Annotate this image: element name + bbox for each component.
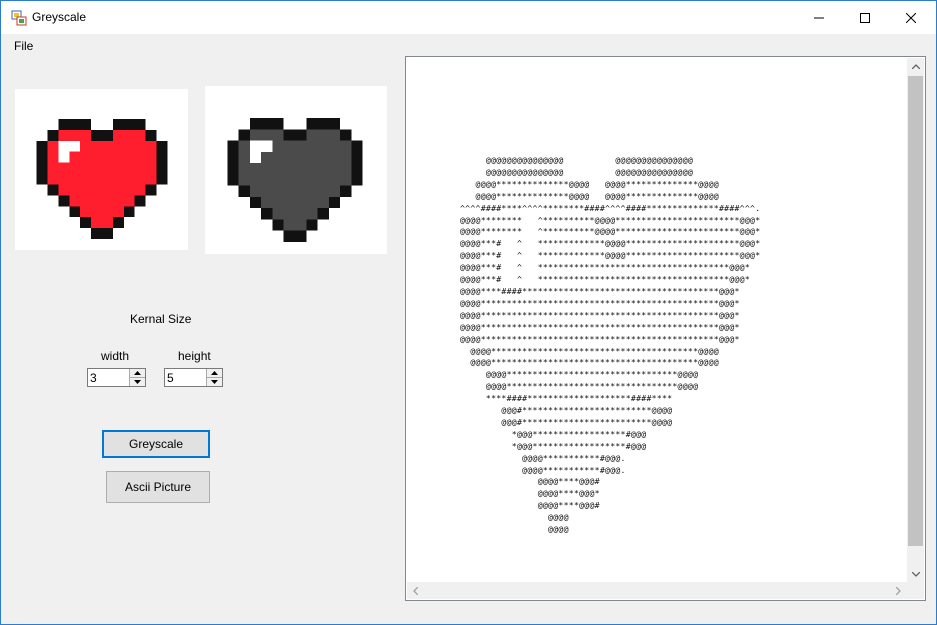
height-decrement-button[interactable] [207,378,222,386]
chevron-up-icon [134,371,141,375]
chevron-down-icon [134,380,141,384]
height-value[interactable]: 5 [167,371,174,385]
grey-pixel-heart [227,118,363,242]
ascii-picture-button[interactable]: Ascii Picture [106,471,210,503]
maximize-icon [860,12,870,23]
vertical-scroll-thumb[interactable] [908,76,923,546]
app-icon [11,10,27,26]
chevron-down-icon [211,380,218,384]
title-bar[interactable]: Greyscale [1,1,936,34]
scroll-down-button[interactable] [907,566,924,583]
original-image [15,89,188,250]
scroll-right-button[interactable] [890,582,907,599]
width-stepper-buttons [129,369,145,386]
window-title: Greyscale [32,10,87,24]
app-window: Greyscale File Kernal Size width height … [0,0,937,625]
maximize-button[interactable] [842,1,888,34]
chevron-down-icon [911,572,920,577]
red-pixel-heart [36,119,168,239]
scroll-up-button[interactable] [907,58,924,75]
ascii-output-panel[interactable]: @@@@@@@@@@@@@@@ @@@@@@@@@@@@@@@ @@@@@@@@… [405,56,926,601]
width-label: width [101,349,130,363]
kernel-size-label: Kernal Size [130,312,192,326]
close-icon [906,12,916,23]
menu-file[interactable]: File [14,39,33,53]
height-label: height [178,349,211,363]
ascii-art-text: @@@@@@@@@@@@@@@ @@@@@@@@@@@@@@@ @@@@@@@@… [460,155,761,535]
greyscale-image [205,86,387,254]
width-stepper[interactable]: 3 [87,368,146,387]
width-increment-button[interactable] [130,369,145,378]
minimize-button[interactable] [796,1,842,34]
chevron-right-icon [896,586,901,595]
greyscale-button[interactable]: Greyscale [102,430,210,458]
chevron-up-icon [911,64,920,69]
close-button[interactable] [888,1,934,34]
height-increment-button[interactable] [207,369,222,378]
scroll-left-button[interactable] [407,582,424,599]
height-stepper[interactable]: 5 [164,368,223,387]
width-decrement-button[interactable] [130,378,145,386]
height-stepper-buttons [206,369,222,386]
chevron-up-icon [211,371,218,375]
vertical-scrollbar[interactable] [907,58,924,583]
scrollbar-corner [907,582,924,599]
minimize-icon [814,17,824,18]
menu-bar: File [1,34,936,56]
chevron-left-icon [413,586,418,595]
horizontal-scrollbar[interactable] [407,582,907,599]
width-value[interactable]: 3 [90,371,97,385]
